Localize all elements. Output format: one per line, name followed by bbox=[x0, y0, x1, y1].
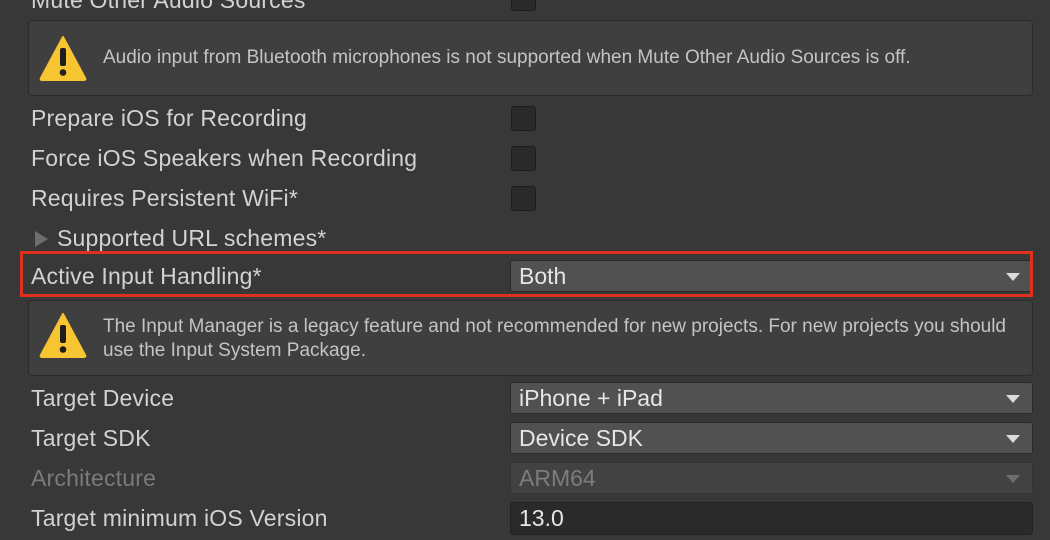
prepare-ios-recording-row: Prepare iOS for Recording bbox=[0, 100, 1050, 136]
active-input-handling-row: Active Input Handling* Both bbox=[0, 258, 1050, 294]
requires-persistent-wifi-checkbox[interactable] bbox=[511, 186, 536, 211]
target-device-dropdown[interactable]: iPhone + iPad bbox=[510, 382, 1033, 414]
target-sdk-value: Device SDK bbox=[519, 425, 643, 451]
supported-url-schemes-foldout[interactable]: Supported URL schemes* bbox=[0, 220, 1050, 256]
mute-other-audio-label: Mute Other Audio Sources bbox=[31, 0, 306, 13]
requires-persistent-wifi-row: Requires Persistent WiFi* bbox=[0, 180, 1050, 216]
target-device-row: Target Device iPhone + iPad bbox=[0, 380, 1050, 416]
warning-icon bbox=[39, 313, 87, 358]
input-manager-warning-box: The Input Manager is a legacy feature an… bbox=[28, 300, 1033, 376]
target-sdk-dropdown[interactable]: Device SDK bbox=[510, 422, 1033, 454]
bluetooth-warning-box: Audio input from Bluetooth microphones i… bbox=[28, 20, 1033, 96]
prepare-ios-recording-checkbox[interactable] bbox=[511, 106, 536, 131]
input-manager-warning-text: The Input Manager is a legacy feature an… bbox=[103, 316, 1006, 361]
force-ios-speakers-row: Force iOS Speakers when Recording bbox=[0, 140, 1050, 176]
architecture-row: Architecture ARM64 bbox=[0, 460, 1050, 496]
target-device-value: iPhone + iPad bbox=[519, 385, 663, 411]
chevron-down-icon bbox=[1006, 475, 1020, 483]
active-input-handling-dropdown[interactable]: Both bbox=[510, 260, 1033, 292]
supported-url-schemes-label[interactable]: Supported URL schemes* bbox=[57, 220, 326, 256]
active-input-handling-value: Both bbox=[519, 263, 567, 289]
warning-icon bbox=[39, 36, 87, 81]
mute-other-audio-checkbox[interactable] bbox=[511, 0, 536, 11]
target-sdk-label: Target SDK bbox=[31, 425, 151, 451]
ios-player-settings-panel: Mute Other Audio Sources Audio input fro… bbox=[0, 0, 1050, 540]
prepare-ios-recording-label: Prepare iOS for Recording bbox=[31, 105, 308, 131]
target-min-ios-value: 13.0 bbox=[519, 505, 564, 531]
chevron-down-icon bbox=[1006, 395, 1020, 403]
target-min-ios-label: Target minimum iOS Version bbox=[31, 505, 328, 531]
triangle-right-icon[interactable] bbox=[35, 231, 48, 247]
bluetooth-warning-text: Audio input from Bluetooth microphones i… bbox=[103, 47, 911, 68]
requires-persistent-wifi-label: Requires Persistent WiFi* bbox=[31, 185, 299, 211]
architecture-label: Architecture bbox=[31, 465, 157, 491]
chevron-down-icon bbox=[1006, 435, 1020, 443]
active-input-handling-label: Active Input Handling* bbox=[31, 263, 262, 289]
target-device-label: Target Device bbox=[31, 385, 175, 411]
target-min-ios-row: Target minimum iOS Version 13.0 bbox=[0, 500, 1050, 536]
architecture-dropdown: ARM64 bbox=[510, 462, 1033, 494]
force-ios-speakers-checkbox[interactable] bbox=[511, 146, 536, 171]
chevron-down-icon bbox=[1006, 273, 1020, 281]
target-min-ios-field[interactable]: 13.0 bbox=[510, 502, 1033, 535]
target-sdk-row: Target SDK Device SDK bbox=[0, 420, 1050, 456]
force-ios-speakers-label: Force iOS Speakers when Recording bbox=[31, 145, 418, 171]
mute-other-audio-row: Mute Other Audio Sources bbox=[0, 0, 1050, 18]
architecture-value: ARM64 bbox=[519, 465, 596, 491]
